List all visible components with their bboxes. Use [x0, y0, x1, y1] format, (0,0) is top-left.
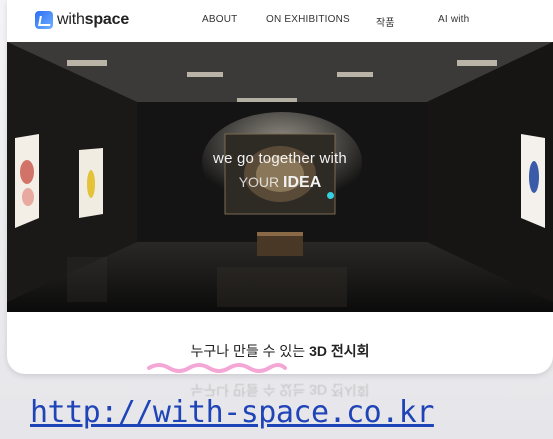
ceiling-light — [187, 72, 223, 77]
service-tagline: 누구나 만들 수 있는 3D 전시회 — [190, 343, 370, 359]
hero-gallery-image: we go together with YOUR IDEA — [7, 42, 553, 312]
bench — [257, 234, 303, 256]
ceiling-light — [457, 60, 497, 66]
nav-item-ai-with[interactable]: AI with — [438, 14, 469, 25]
website-url-link[interactable]: http://with-space.co.kr — [30, 395, 434, 430]
ceiling-light — [67, 60, 107, 66]
hero-tagline-line1: we go together with — [213, 150, 347, 167]
nav-menu: ABOUT ON EXHIBITIONS 작품 AI with — [7, 14, 553, 29]
top-nav: withspace ABOUT ON EXHIBITIONS 작품 AI wit… — [7, 0, 553, 42]
cursor-dot-icon — [327, 192, 334, 199]
nav-item-about[interactable]: ABOUT — [202, 14, 237, 25]
nav-item-on-exhibitions[interactable]: ON EXHIBITIONS — [266, 14, 350, 25]
nav-item-works[interactable]: 작품 — [376, 14, 395, 29]
ceiling-light — [237, 98, 297, 102]
website-card: withspace ABOUT ON EXHIBITIONS 작품 AI wit… — [7, 0, 553, 374]
hero-tagline-line2: YOUR IDEA — [238, 174, 322, 191]
ceiling-light — [337, 72, 373, 77]
wave-underline-icon — [147, 363, 287, 373]
screenshot-frame: withspace ABOUT ON EXHIBITIONS 작품 AI wit… — [0, 0, 553, 439]
